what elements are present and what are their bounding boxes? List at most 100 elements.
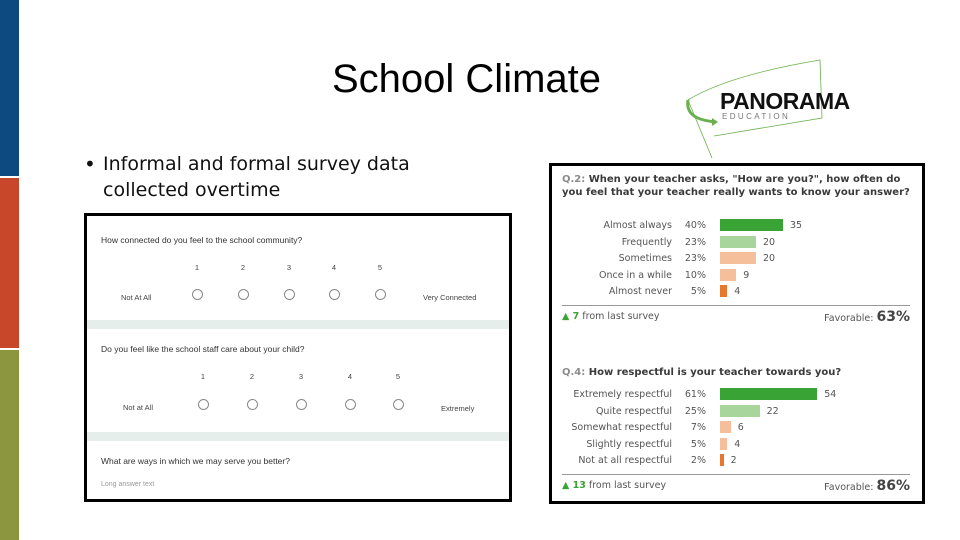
response-percent: 23% <box>684 253 706 265</box>
question-number: Q.2: <box>562 174 586 185</box>
response-percent: 10% <box>684 269 706 281</box>
delta-text: from last survey <box>582 311 660 322</box>
response-count: 20 <box>763 253 776 265</box>
scale-low-label: Not At All <box>121 293 152 302</box>
form-question-3: What are ways in which we may serve you … <box>87 441 509 499</box>
result-footer: ▲ 7 from last survey Favorable: 63% <box>562 309 910 325</box>
favorable-value: 86% <box>876 478 910 494</box>
section-divider <box>87 320 509 329</box>
radio-option-3[interactable] <box>284 289 295 300</box>
up-arrow-icon: ▲ <box>562 311 570 322</box>
slide-title: School Climate <box>332 57 602 101</box>
radio-option-3[interactable] <box>296 399 307 410</box>
scale-number: 2 <box>249 372 255 381</box>
response-label: Once in a while <box>598 269 672 281</box>
scale-number: 3 <box>286 263 292 272</box>
response-percent: 2% <box>690 455 706 467</box>
form-question-2: Do you feel like the school staff care a… <box>87 329 509 432</box>
scale-number: 1 <box>200 372 206 381</box>
response-bar <box>720 421 731 434</box>
accent-stripe-blue <box>0 0 19 176</box>
response-bar <box>720 235 756 248</box>
result-row: Almost always 40% 35 <box>552 219 922 233</box>
delta-from-last: ▲ 7 from last survey <box>562 311 660 322</box>
response-label: Almost always <box>603 220 672 231</box>
bullet-icon: • <box>84 152 96 176</box>
result-row: Once in a while 10% 9 <box>552 268 922 283</box>
response-bar <box>720 268 737 281</box>
response-label: Sometimes <box>618 253 672 265</box>
scale-number: 5 <box>395 372 401 381</box>
response-percent: 7% <box>690 422 706 434</box>
scale-number: 5 <box>377 263 383 272</box>
result-row: Frequently 23% 20 <box>552 235 922 250</box>
panorama-logo: PANORAMA EDUCATION <box>684 58 884 160</box>
radio-option-5[interactable] <box>393 399 404 410</box>
result-question-1: Q.2: When your teacher asks, "How are yo… <box>562 174 917 199</box>
result-question-2: Q.4: How respectful is your teacher towa… <box>562 367 917 380</box>
favorable-label: Favorable: <box>824 482 874 493</box>
accent-stripe-red <box>0 178 19 348</box>
scale-high-label: Extremely <box>441 404 475 413</box>
response-count: 9 <box>743 269 750 281</box>
question-number: Q.4: <box>562 367 586 378</box>
survey-form: How connected do you feel to the school … <box>84 213 512 502</box>
favorable-score: Favorable: 86% <box>824 478 910 494</box>
favorable-score: Favorable: 63% <box>824 309 910 325</box>
form-question-1: How connected do you feel to the school … <box>87 216 509 320</box>
response-count: 4 <box>734 286 741 298</box>
response-label: Somewhat respectful <box>571 422 672 434</box>
response-percent: 40% <box>684 220 706 231</box>
radio-option-4[interactable] <box>329 289 340 300</box>
result-row: Slightly respectful 5% 4 <box>552 437 922 452</box>
delta-value: 13 <box>572 480 586 491</box>
section-divider <box>87 432 509 441</box>
response-count: 35 <box>790 220 803 231</box>
question-text: How connected do you feel to the school … <box>101 235 303 245</box>
response-bar <box>720 388 818 400</box>
radio-option-2[interactable] <box>238 289 249 300</box>
radio-option-1[interactable] <box>192 289 203 300</box>
question-text: How respectful is your teacher towards y… <box>588 367 842 378</box>
response-label: Quite respectful <box>595 405 672 417</box>
response-label: Slightly respectful <box>586 438 672 450</box>
scale-number: 4 <box>347 372 353 381</box>
response-label: Extremely respectful <box>573 389 672 400</box>
scale-number: 1 <box>194 263 200 272</box>
response-bar <box>720 285 728 298</box>
result-row: Sometimes 23% 20 <box>552 252 922 266</box>
response-bar <box>720 219 783 231</box>
result-row: Not at all respectful 2% 2 <box>552 454 922 468</box>
delta-value: 7 <box>572 311 580 322</box>
response-count: 2 <box>730 455 737 467</box>
result-row: Somewhat respectful 7% 6 <box>552 421 922 435</box>
scale-number: 4 <box>331 263 337 272</box>
favorable-value: 63% <box>876 309 910 325</box>
radio-option-1[interactable] <box>198 399 209 410</box>
response-label: Frequently <box>621 236 672 248</box>
response-bar <box>720 437 728 450</box>
radio-option-5[interactable] <box>375 289 386 300</box>
survey-results-panel: Q.2: When your teacher asks, "How are yo… <box>549 163 925 504</box>
response-percent: 23% <box>684 236 706 248</box>
response-percent: 5% <box>690 286 706 298</box>
response-percent: 25% <box>684 405 706 417</box>
delta-from-last: ▲ 13 from last survey <box>562 480 666 491</box>
question-text: What are ways in which we may serve you … <box>101 456 290 466</box>
long-answer-input[interactable]: Long answer text <box>101 481 154 488</box>
response-bar <box>720 454 724 467</box>
result-footer: ▲ 13 from last survey Favorable: 86% <box>562 478 910 494</box>
scale-number: 2 <box>240 263 246 272</box>
response-count: 6 <box>737 422 744 434</box>
response-bar <box>720 252 756 265</box>
question-text: When your teacher asks, "How are you?", … <box>562 174 910 198</box>
response-bar <box>720 404 760 417</box>
logo-sub-text: EDUCATION <box>722 112 791 121</box>
result-row: Quite respectful 25% 22 <box>552 404 922 419</box>
response-count: 22 <box>766 405 779 417</box>
response-label: Almost never <box>608 286 672 298</box>
radio-option-4[interactable] <box>345 399 356 410</box>
radio-option-2[interactable] <box>247 399 258 410</box>
response-percent: 5% <box>690 438 706 450</box>
logo-brand-text: PANORAMA <box>720 88 850 114</box>
